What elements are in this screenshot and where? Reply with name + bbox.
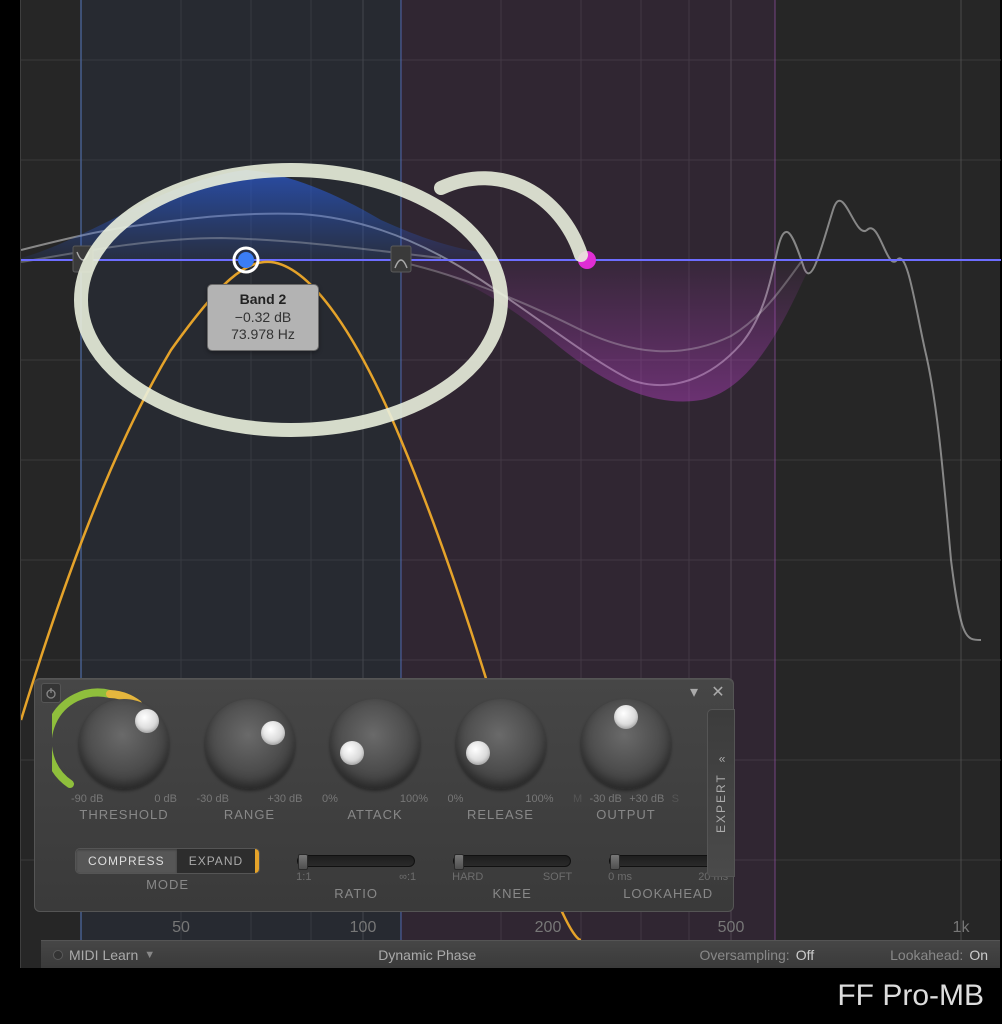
- panel-menu-icon[interactable]: ▾: [685, 683, 703, 701]
- phase-mode-button[interactable]: Dynamic Phase: [378, 947, 476, 963]
- freq-label-200: 200: [535, 919, 562, 936]
- attack-knob[interactable]: [330, 699, 420, 789]
- threshold-knob[interactable]: [79, 699, 169, 789]
- midi-learn-button[interactable]: MIDI Learn ▼: [53, 947, 155, 963]
- freq-label-50: 50: [172, 919, 190, 936]
- led-icon: [53, 950, 63, 960]
- band-power-button[interactable]: [41, 683, 61, 703]
- band-tooltip: Band 2 −0.32 dB 73.978 Hz: [207, 284, 319, 351]
- freq-label-1k: 1k: [953, 919, 971, 936]
- ratio-slider[interactable]: [297, 855, 415, 867]
- oversampling-button[interactable]: Oversampling: Off: [699, 947, 814, 963]
- range-label: RANGE: [224, 807, 275, 822]
- release-knob[interactable]: [456, 699, 546, 789]
- chevron-right-icon: »: [717, 753, 726, 767]
- tooltip-hz: 73.978 Hz: [214, 326, 312, 344]
- panel-close-icon[interactable]: ✕: [709, 683, 727, 701]
- footer-bar: MIDI Learn ▼ Dynamic Phase Oversampling:…: [41, 940, 1000, 968]
- mode-segmented: COMPRESS EXPAND: [75, 848, 260, 874]
- release-label: RELEASE: [467, 807, 534, 822]
- freq-label-100: 100: [350, 919, 377, 936]
- attack-label: ATTACK: [347, 807, 402, 822]
- freq-label-500: 500: [718, 919, 745, 936]
- mode-compress-button[interactable]: COMPRESS: [76, 849, 177, 873]
- mode-expand-button[interactable]: EXPAND: [177, 849, 255, 873]
- product-name: FF Pro-MB: [0, 968, 1002, 1024]
- crossover-handle-right[interactable]: [391, 246, 411, 272]
- knee-slider[interactable]: [453, 855, 571, 867]
- tooltip-title: Band 2: [214, 291, 312, 309]
- expert-toggle[interactable]: EXPERT»: [707, 709, 735, 877]
- plugin-window: 50 100 200 500 1k Band 2 −0.32 dB 73.978…: [20, 0, 1000, 968]
- output-label: OUTPUT: [596, 807, 655, 822]
- chevron-down-icon: ▼: [144, 949, 155, 961]
- ratio-label: RATIO: [334, 886, 378, 901]
- mode-label: MODE: [146, 877, 189, 892]
- threshold-label: THRESHOLD: [79, 807, 168, 822]
- tooltip-db: −0.32 dB: [214, 309, 312, 327]
- lookahead-button[interactable]: Lookahead: On: [890, 947, 988, 963]
- lookahead-label: LOOKAHEAD: [623, 886, 713, 901]
- knee-label: KNEE: [492, 886, 531, 901]
- range-knob[interactable]: [205, 699, 295, 789]
- output-knob[interactable]: [581, 699, 671, 789]
- mode-indicator: [255, 849, 259, 873]
- band-controls-panel: ▾ ✕ -90 dB 0 dB THRESHOLD: [34, 678, 734, 912]
